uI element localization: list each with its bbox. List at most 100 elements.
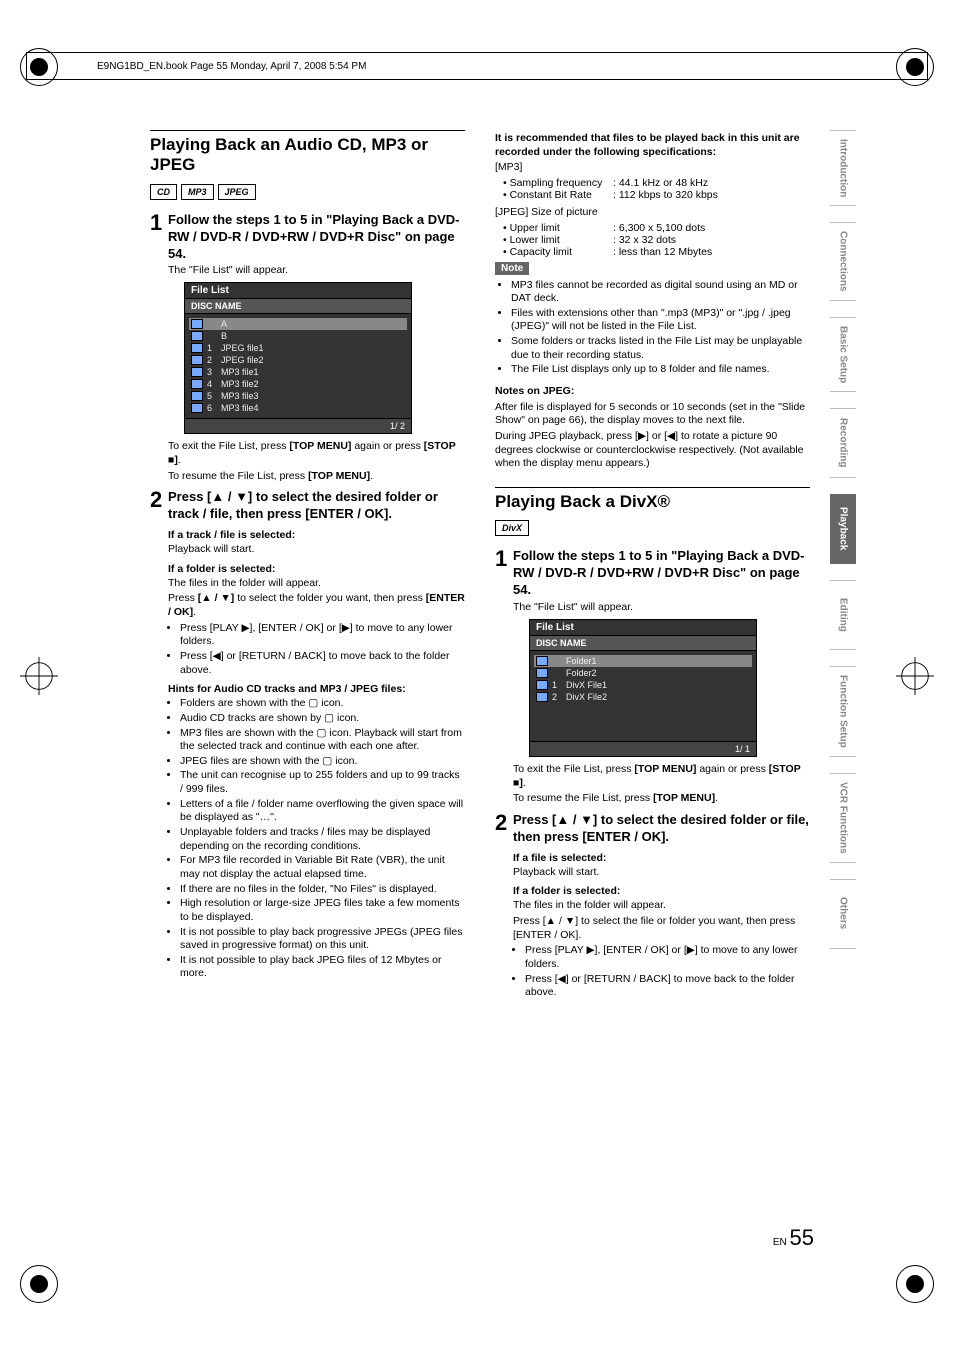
hints-bullets: Folders are shown with the ▢ icon. Audio…: [150, 697, 465, 981]
step-number-1: 1: [495, 548, 513, 599]
file-list-row: Folder1: [534, 655, 752, 667]
file-list-row: 2DivX File2: [534, 691, 752, 703]
folder-icon: [536, 656, 548, 666]
spec-row: Constant Bit Rate112 kbps to 320 kbps: [495, 189, 810, 201]
tab-editing[interactable]: Editing: [830, 580, 856, 650]
file-list-row: 5MP3 file3: [189, 390, 407, 402]
list-item: Press [◀] or [RETURN / BACK] to move bac…: [525, 973, 810, 1000]
list-item: Press [◀] or [RETURN / BACK] to move bac…: [180, 650, 465, 677]
tab-connections[interactable]: Connections: [830, 222, 856, 301]
file-list-row: 6MP3 file4: [189, 402, 407, 414]
file-list-footer: 1/ 2: [185, 418, 411, 433]
page-lang: EN: [773, 1237, 787, 1248]
list-item: The File List displays only up to 8 fold…: [511, 363, 810, 377]
crop-mark-tr: [896, 48, 934, 86]
tab-basic-setup[interactable]: Basic Setup: [830, 317, 856, 392]
file-list-row: Folder2: [534, 667, 752, 679]
step-number-2: 2: [495, 812, 513, 846]
list-item: JPEG files are shown with the ▢ icon.: [180, 755, 465, 769]
hints-head: Hints for Audio CD tracks and MP3 / JPEG…: [168, 683, 465, 695]
list-item: MP3 files cannot be recorded as digital …: [511, 279, 810, 306]
list-item: The unit can recognise up to 255 folders…: [180, 769, 465, 796]
mp3-icon: [191, 391, 203, 401]
spec-row: Lower limit32 x 32 dots: [495, 234, 810, 246]
folder-selected-body2: Press [▲ / ▼] to select the folder you w…: [168, 592, 465, 619]
list-item: Files with extensions other than ".mp3 (…: [511, 307, 810, 334]
list-item: Unplayable folders and tracks / files ma…: [180, 826, 465, 853]
list-item: MP3 files are shown with the ▢ icon. Pla…: [180, 727, 465, 754]
crop-mark-tl: [20, 48, 58, 86]
jpeg-icon: [191, 355, 203, 365]
file-list-row: A: [189, 318, 407, 330]
page-number: EN 55: [773, 1225, 814, 1251]
tab-function-setup[interactable]: Function Setup: [830, 666, 856, 757]
title-audio-cd-mp3-jpeg: Playing Back an Audio CD, MP3 or JPEG: [150, 130, 465, 176]
recommended-header: It is recommended that files to be playe…: [495, 132, 810, 159]
mp3-label: [MP3]: [495, 161, 810, 175]
left-column: Playing Back an Audio CD, MP3 or JPEG CD…: [150, 130, 465, 1002]
nav-bullets: Press [PLAY ▶], [ENTER / OK] or [▶] to m…: [150, 622, 465, 678]
file-list-row: 1DivX File1: [534, 679, 752, 691]
divx-folder-body2: Press [▲ / ▼] to select the file or fold…: [513, 915, 810, 942]
step-1-text: Follow the steps 1 to 5 in "Playing Back…: [168, 212, 465, 263]
note-tag: Note: [495, 262, 529, 275]
divx-step-1-text: Follow the steps 1 to 5 in "Playing Back…: [513, 548, 810, 599]
right-column: It is recommended that files to be playe…: [495, 130, 810, 1002]
list-item: It is not possible to play back JPEG fil…: [180, 954, 465, 981]
list-item: Letters of a file / folder name overflow…: [180, 798, 465, 825]
spec-row: Capacity limitless than 12 Mbytes: [495, 246, 810, 258]
track-selected-head: If a track / file is selected:: [168, 529, 465, 541]
tab-introduction[interactable]: Introduction: [830, 130, 856, 206]
file-list-row: B: [189, 330, 407, 342]
tab-recording[interactable]: Recording: [830, 408, 856, 478]
tab-others[interactable]: Others: [830, 879, 856, 949]
list-item: Folders are shown with the ▢ icon.: [180, 697, 465, 711]
page-number-value: 55: [790, 1225, 814, 1250]
list-item: High resolution or large-size JPEG files…: [180, 897, 465, 924]
divx-exit-text: To exit the File List, press [TOP MENU] …: [513, 763, 810, 790]
mp3-icon: [191, 379, 203, 389]
spec-row: Sampling frequency44.1 kHz or 48 kHz: [495, 177, 810, 189]
file-list-row: 1JPEG file1: [189, 342, 407, 354]
badge-mp3: MP3: [181, 184, 214, 200]
crop-mark-br: [896, 1265, 934, 1303]
divx-file-list-box: File List DISC NAME Folder1 Folder2 1Div…: [529, 619, 757, 757]
file-list-row: 2JPEG file2: [189, 354, 407, 366]
registration-mark-right: [896, 657, 934, 695]
list-item: For MP3 file recorded in Variable Bit Ra…: [180, 854, 465, 881]
step-number-1: 1: [150, 212, 168, 263]
list-item: Press [PLAY ▶], [ENTER / OK] or [▶] to m…: [525, 944, 810, 971]
list-item: Audio CD tracks are shown by ▢ icon.: [180, 712, 465, 726]
folder-icon: [191, 319, 203, 329]
tab-vcr-functions[interactable]: VCR Functions: [830, 773, 856, 863]
divx-step-1-note: The "File List" will appear.: [495, 601, 810, 613]
jpeg-label: [JPEG] Size of picture: [495, 206, 810, 220]
exit-file-list-text: To exit the File List, press [TOP MENU] …: [168, 440, 465, 467]
title-divx: Playing Back a DivX®: [495, 487, 810, 512]
disc-badges: CD MP3 JPEG: [150, 184, 465, 200]
jpeg-notes-1: After file is displayed for 5 seconds or…: [495, 401, 810, 428]
side-tabs: Introduction Connections Basic Setup Rec…: [830, 130, 856, 949]
badge-cd: CD: [150, 184, 177, 200]
folder-selected-body1: The files in the folder will appear.: [168, 577, 465, 591]
note-bullets: MP3 files cannot be recorded as digital …: [495, 279, 810, 377]
divx-resume-text: To resume the File List, press [TOP MENU…: [513, 792, 810, 806]
badge-divx: DivX: [495, 520, 529, 536]
tab-playback[interactable]: Playback: [830, 494, 856, 564]
resume-file-list-text: To resume the File List, press [TOP MENU…: [168, 470, 465, 484]
crop-mark-bl: [20, 1265, 58, 1303]
file-list-footer: 1/ 1: [530, 741, 756, 756]
folder-icon: [536, 668, 548, 678]
file-list-subtitle: DISC NAME: [530, 636, 756, 651]
divx-file-selected-head: If a file is selected:: [513, 852, 810, 864]
list-item: If there are no files in the folder, "No…: [180, 883, 465, 897]
file-list-title: File List: [530, 620, 756, 636]
divx-folder-selected-head: If a folder is selected:: [513, 885, 810, 897]
spec-row: Upper limit6,300 x 5,100 dots: [495, 222, 810, 234]
step-1-note: The "File List" will appear.: [150, 264, 465, 276]
jpeg-notes-head: Notes on JPEG:: [495, 385, 810, 399]
divx-icon: [536, 680, 548, 690]
mp3-icon: [191, 367, 203, 377]
track-selected-body: Playback will start.: [168, 543, 465, 557]
divx-folder-body1: The files in the folder will appear.: [513, 899, 810, 913]
